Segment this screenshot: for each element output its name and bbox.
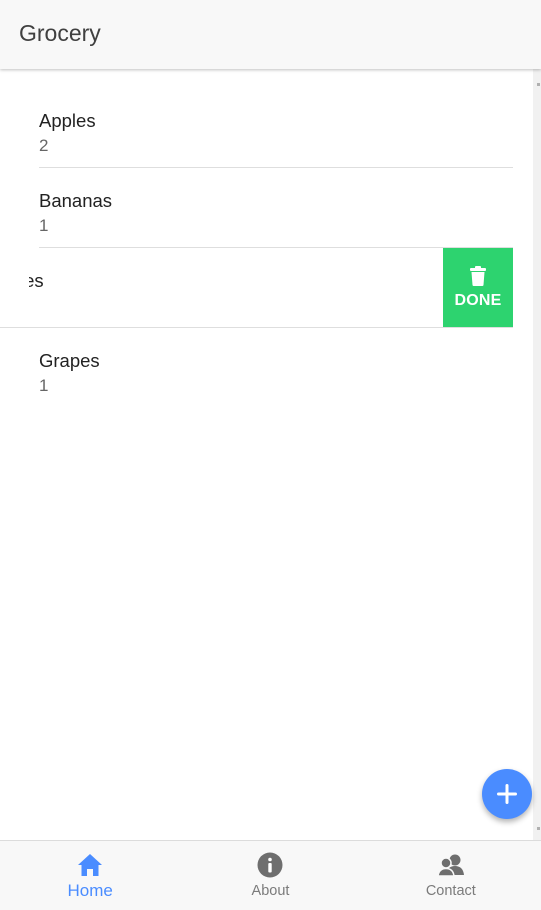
tab-home-label: Home	[67, 881, 113, 900]
item-name: Bananas	[39, 190, 113, 211]
item-quantity: 1	[39, 216, 49, 235]
trash-icon	[470, 265, 486, 286]
scroll-up-arrow[interactable]	[537, 83, 540, 86]
tab-contact-label: Contact	[425, 883, 476, 899]
home-icon	[78, 854, 103, 876]
item-name: Grapes	[39, 350, 100, 371]
tab-home[interactable]: Home	[0, 841, 180, 910]
tab-contact[interactable]: Contact	[361, 841, 541, 910]
item-name: Apples	[39, 110, 96, 131]
item-quantity: 2	[39, 136, 49, 155]
list-item[interactable]: Apples 2	[0, 88, 533, 168]
info-icon	[257, 852, 283, 878]
tab-about-label: About	[251, 883, 290, 899]
item-name-partial: ıes	[19, 270, 44, 291]
scrollbar[interactable]	[533, 69, 541, 840]
list-item[interactable]: Grapes 1	[0, 328, 533, 408]
tab-bar: Home About Contact	[0, 840, 541, 910]
app-header: Grocery	[0, 0, 541, 69]
grocery-list[interactable]: Apples 2 Bananas 1 ıes DONE Grapes 1	[0, 69, 533, 840]
done-button[interactable]: DONE	[443, 248, 513, 327]
page-title: Grocery	[19, 20, 101, 46]
tab-about[interactable]: About	[180, 841, 360, 910]
people-icon	[436, 854, 464, 877]
list-item[interactable]: Bananas 1	[0, 168, 533, 248]
item-quantity: 1	[39, 376, 49, 395]
done-label: DONE	[454, 291, 502, 309]
plus-icon	[497, 784, 517, 804]
list-item-swiped[interactable]: ıes DONE	[0, 248, 533, 328]
scroll-down-arrow[interactable]	[537, 827, 540, 830]
add-item-button[interactable]	[482, 769, 532, 819]
